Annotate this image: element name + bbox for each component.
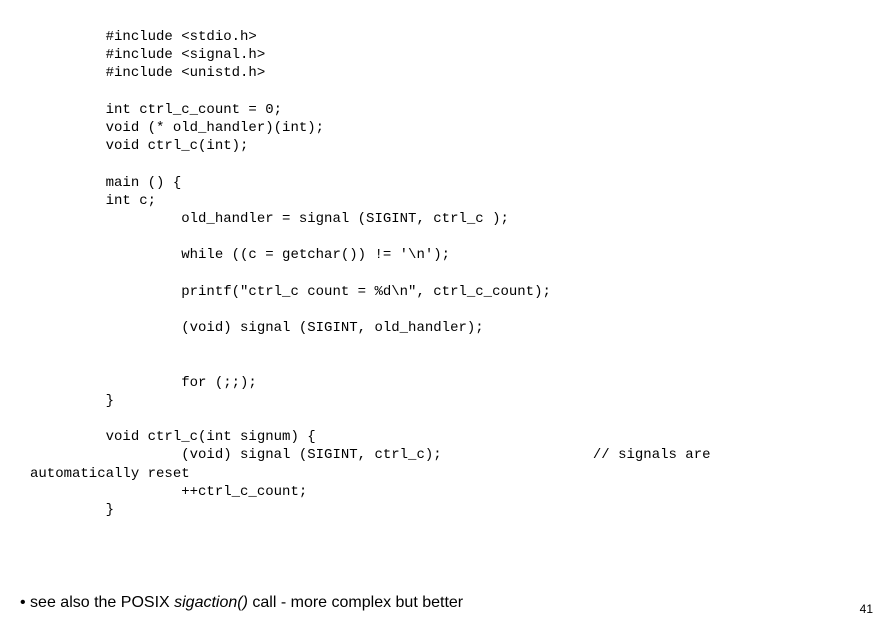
page-number: 41 (860, 602, 873, 616)
code-block: #include <stdio.h> #include <signal.h> #… (30, 28, 711, 519)
bullet-func: sigaction() (174, 594, 248, 611)
bullet-suffix: call - more complex but better (248, 594, 463, 611)
bullet-note: • see also the POSIX sigaction() call - … (20, 594, 463, 612)
bullet-prefix: • see also the POSIX (20, 594, 174, 611)
